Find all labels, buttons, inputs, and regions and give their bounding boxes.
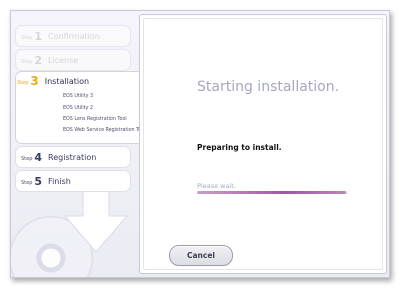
progress-bar	[197, 191, 348, 194]
step-label: Registration	[48, 152, 97, 162]
step-word: Step	[21, 155, 33, 162]
step-label: Confirmation	[48, 31, 100, 41]
step-registration: Step 4 Registration	[15, 146, 131, 168]
step-confirmation: Step 1 Confirmation	[15, 25, 131, 47]
step-label: Installation	[44, 76, 90, 86]
step-word: Step	[21, 179, 33, 186]
step-label: Finish	[48, 176, 71, 186]
step-number: 1	[34, 29, 43, 43]
install-item: EOS Utility 2	[63, 106, 94, 111]
step-finish: Step 5 Finish	[15, 170, 131, 192]
step-number: 3	[30, 74, 39, 88]
install-item: EOS Web Service Registration Tool	[63, 128, 146, 133]
content-panel: Starting installation. Preparing to inst…	[139, 14, 387, 274]
step-number: 4	[34, 150, 43, 164]
progress-fill	[197, 191, 347, 194]
step-number: 2	[34, 53, 43, 67]
step-word: Step	[17, 79, 29, 86]
cancel-button[interactable]: Cancel	[169, 245, 233, 266]
installer-window: Step 1 Confirmation Step 2 License Step …	[10, 10, 390, 278]
page-title: Starting installation.	[197, 79, 340, 95]
step-label: License	[48, 55, 79, 65]
install-item: EOS Lens Registration Tool	[63, 117, 127, 122]
step-installation: Step 3 Installation	[17, 74, 89, 88]
step-word: Step	[21, 58, 33, 65]
install-item: EOS Utility 3	[63, 94, 94, 99]
wait-text: Please wait.	[197, 182, 236, 190]
status-text: Preparing to install.	[197, 143, 282, 152]
step-number: 5	[34, 174, 43, 188]
step-license: Step 2 License	[15, 49, 131, 71]
step-word: Step	[21, 34, 33, 41]
down-arrow-graphic	[63, 186, 129, 253]
